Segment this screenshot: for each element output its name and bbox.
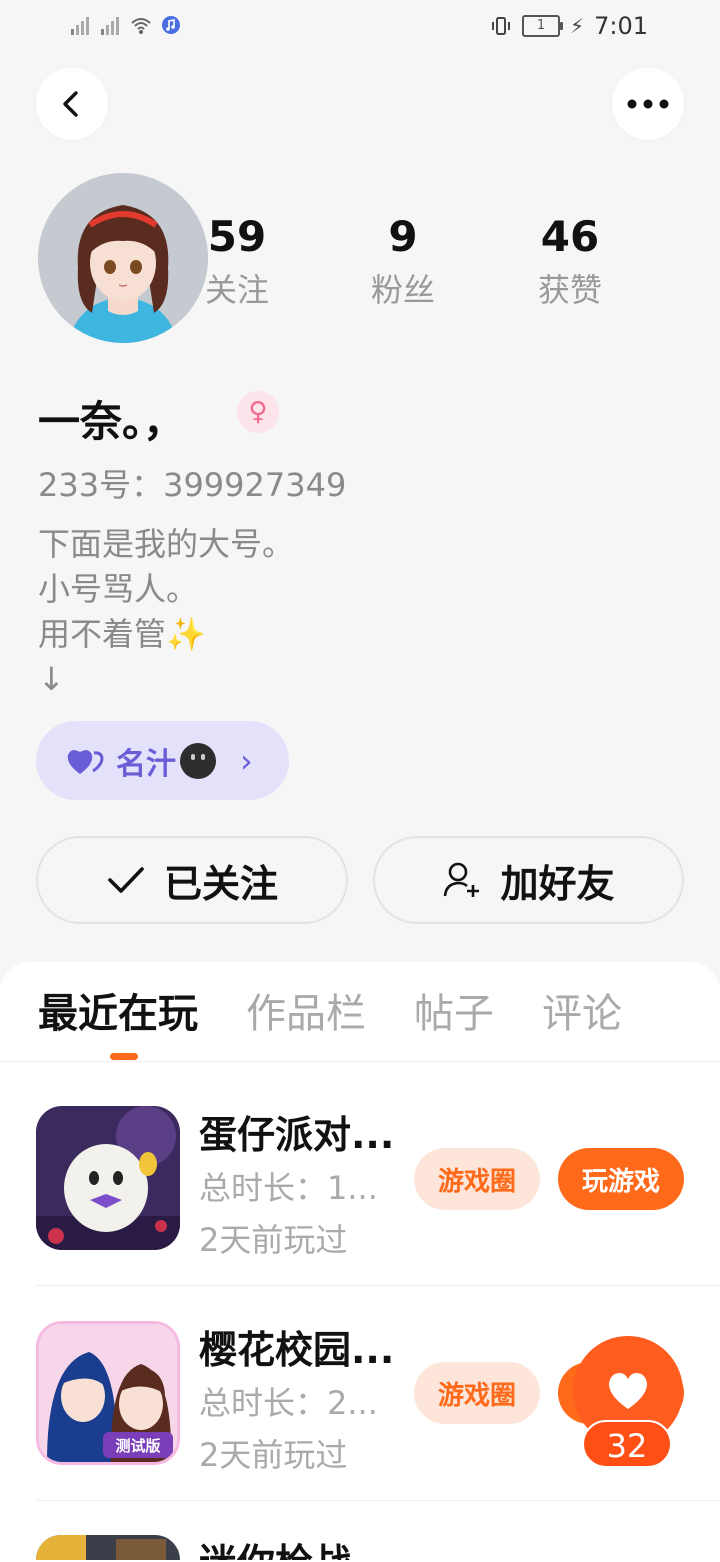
bio: 下面是我的大号。 小号骂人。 用不着管✨ ↓: [38, 522, 294, 702]
profile-tabs: 最近在玩 作品栏 帖子 评论: [38, 985, 670, 1043]
bio-line: 小号骂人。: [38, 570, 199, 608]
stat-likes[interactable]: 46 获赞: [510, 212, 630, 312]
row-divider: [36, 1285, 720, 1286]
stat-followers[interactable]: 9 粉丝: [343, 212, 463, 312]
svg-text:测试版: 测试版: [115, 1437, 160, 1455]
stat-label: 粉丝: [370, 271, 435, 309]
battery-icon: 1: [522, 15, 564, 37]
game-circle-button[interactable]: 游戏圈: [414, 1148, 540, 1210]
stat-following[interactable]: 59 关注: [177, 212, 297, 312]
game-icon[interactable]: [36, 1106, 180, 1250]
badge-label: 名汁: [116, 746, 176, 782]
heart-badge-icon: [67, 749, 104, 774]
music-icon: [160, 14, 182, 36]
content-panel: [0, 962, 720, 1562]
wifi-icon: [130, 14, 152, 36]
game-duration: 总时长：2...: [199, 1384, 378, 1422]
smiley-icon: [180, 742, 216, 779]
status-time: 7:01: [594, 12, 648, 40]
game-icon[interactable]: 测试版: [36, 1321, 180, 1465]
back-button[interactable]: [36, 68, 108, 140]
tab-comments[interactable]: 评论: [542, 985, 622, 1043]
profile-name: 一奈。，: [38, 397, 186, 446]
tab-works[interactable]: 作品栏: [246, 985, 366, 1043]
status-right: 1 ⚡ 7:01: [490, 12, 648, 40]
more-button[interactable]: [612, 68, 684, 140]
add-user-icon: [444, 862, 480, 897]
tab-posts[interactable]: 帖子: [414, 985, 494, 1043]
status-left: [70, 14, 182, 36]
add-friend-button[interactable]: 加好友: [373, 836, 684, 924]
game-title[interactable]: 蛋仔派对...: [199, 1104, 394, 1159]
stat-label: 获赞: [537, 271, 602, 309]
game-title[interactable]: 樱花校园...: [199, 1319, 394, 1374]
more-dots-icon: [627, 99, 669, 109]
following-label: 已关注: [163, 861, 278, 906]
following-button[interactable]: 已关注: [36, 836, 348, 924]
heart-icon: [608, 1373, 648, 1409]
eggy-party-image: [36, 1106, 180, 1250]
stat-value: 9: [388, 212, 418, 261]
tab-recent-playing[interactable]: 最近在玩: [38, 985, 198, 1043]
stat-label: 关注: [204, 271, 269, 309]
game-last-played: 2天前玩过: [199, 1221, 348, 1259]
female-icon: ♀: [237, 391, 279, 433]
vibrate-icon: [490, 15, 512, 37]
signal-2-icon: [100, 14, 122, 36]
game-circle-button[interactable]: 游戏圈: [414, 1362, 540, 1424]
tab-indicator: [110, 1053, 138, 1060]
game-icon[interactable]: [36, 1535, 180, 1560]
row-divider: [36, 1500, 720, 1501]
charging-icon: ⚡: [570, 14, 585, 38]
stat-value: 46: [540, 212, 600, 261]
bio-line: 下面是我的大号。: [38, 525, 295, 563]
check-icon: [108, 867, 144, 893]
mini-gunfight-image: [36, 1535, 180, 1560]
play-game-button[interactable]: 玩游戏: [558, 1148, 684, 1210]
game-last-played: 2天前玩过: [199, 1436, 348, 1474]
status-bar: 1 ⚡ 7:01: [0, 0, 720, 56]
chevron-right-icon: ›: [240, 741, 253, 780]
stat-value: 59: [207, 212, 267, 261]
add-friend-label: 加好友: [500, 861, 615, 906]
game-title[interactable]: 迷你枪战: [199, 1532, 351, 1560]
game-duration: 总时长：1...: [199, 1169, 378, 1207]
sakura-school-image: 测试版: [39, 1324, 177, 1462]
user-id[interactable]: 233号：399927349: [38, 460, 346, 506]
bio-line: 用不着管✨: [38, 615, 206, 653]
signal-1-icon: [70, 14, 92, 36]
like-count: 32: [582, 1420, 672, 1468]
chevron-left-icon: [63, 91, 78, 117]
tabs-divider: [0, 1061, 720, 1062]
name-badge[interactable]: 名汁 ›: [36, 721, 289, 800]
bio-line: ↓: [38, 660, 65, 698]
